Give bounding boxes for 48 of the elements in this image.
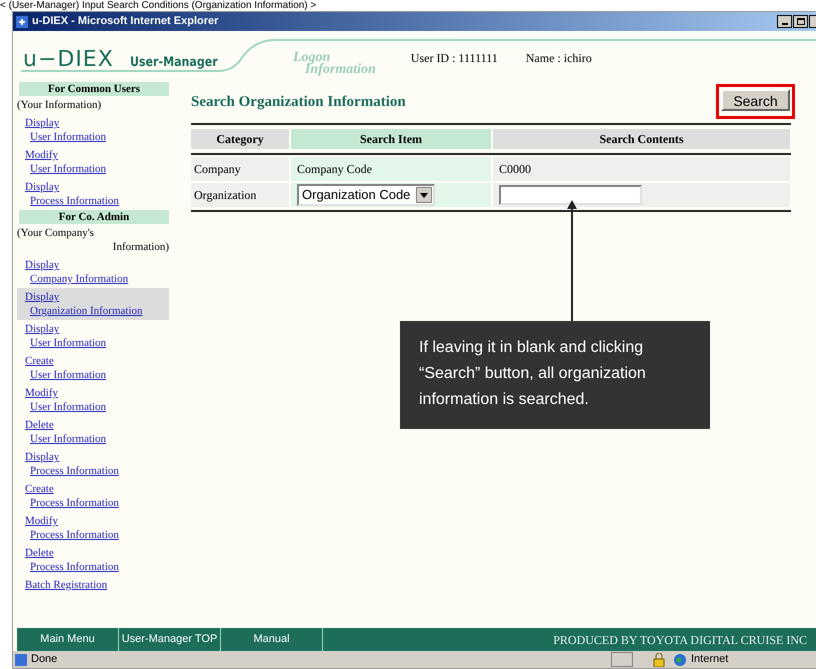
status-text: Done	[31, 652, 58, 668]
sidebar-link[interactable]: Modify User Information	[25, 386, 106, 414]
lock-icon	[653, 652, 665, 666]
sidebar-link[interactable]: Display Company Information	[25, 258, 128, 286]
status-pane	[611, 652, 633, 667]
sidebar-link[interactable]: Delete Process Information	[25, 546, 119, 574]
page-title: Search Organization Information	[191, 92, 406, 112]
sidebar-link[interactable]: Delete User Information	[25, 418, 106, 446]
sidebar-note: (Your Information)	[17, 98, 102, 113]
sidebar-link[interactable]: Display User Information	[25, 116, 106, 144]
sidebar-link[interactable]: Display Process Information	[25, 450, 119, 478]
sidebar-heading: For Common Users	[19, 82, 169, 96]
sidebar-heading: For Co. Admin	[19, 210, 169, 224]
footer-credit: PRODUCED BY TOYOTA DIGITAL CRUISE INC	[553, 632, 808, 648]
app-name: User-Manager	[130, 54, 218, 72]
sidebar-link[interactable]: Batch Registration	[25, 578, 108, 592]
close-button[interactable]	[809, 15, 816, 28]
logon-label: Logon	[292, 52, 330, 64]
column-header: Category	[216, 131, 264, 148]
search-button[interactable]: Search	[721, 89, 790, 111]
maximize-button[interactable]	[793, 15, 808, 28]
table-cell-text: C0000	[499, 161, 532, 178]
table-cell-text: Company Code	[297, 161, 372, 178]
user-name: Name : ichiro	[526, 50, 592, 67]
callout-note: If leaving it in blank and clicking “Search” button, all organization information is searched.	[400, 321, 710, 429]
table-cell-text: Company	[194, 161, 241, 178]
minimize-button[interactable]	[777, 15, 792, 28]
table-cell-text: Organization	[194, 187, 256, 204]
window-title: u-DIEX - Microsoft Internet Explorer	[32, 14, 218, 30]
dropdown[interactable]: Organization Code	[297, 184, 436, 206]
search-input[interactable]	[499, 185, 642, 205]
sidebar-link[interactable]: Create Process Information	[25, 482, 119, 510]
zone-text: Internet	[691, 652, 730, 668]
column-header: Search Item	[360, 131, 422, 148]
sidebar-link[interactable]: Modify Process Information	[25, 514, 119, 542]
sidebar-link[interactable]: Display Process Information	[25, 180, 119, 208]
sidebar-note: (Your Company's Information)	[17, 226, 169, 255]
page-icon	[14, 652, 28, 666]
logon-label: Information	[304, 64, 376, 76]
globe-icon	[673, 652, 687, 666]
sidebar-link[interactable]: Create User Information	[25, 354, 106, 382]
user-id: User ID : 1111111	[410, 50, 498, 67]
sidebar-link[interactable]: Modify User Information	[25, 148, 106, 176]
column-header: Search Contents	[599, 131, 684, 148]
sidebar-link[interactable]: Display User Information	[25, 322, 106, 350]
caption: < (User-Manager) Input Search Conditions (Organization Information) >	[0, 0, 316, 11]
logo: u−DIEX	[23, 48, 114, 72]
browser-icon	[15, 14, 29, 28]
